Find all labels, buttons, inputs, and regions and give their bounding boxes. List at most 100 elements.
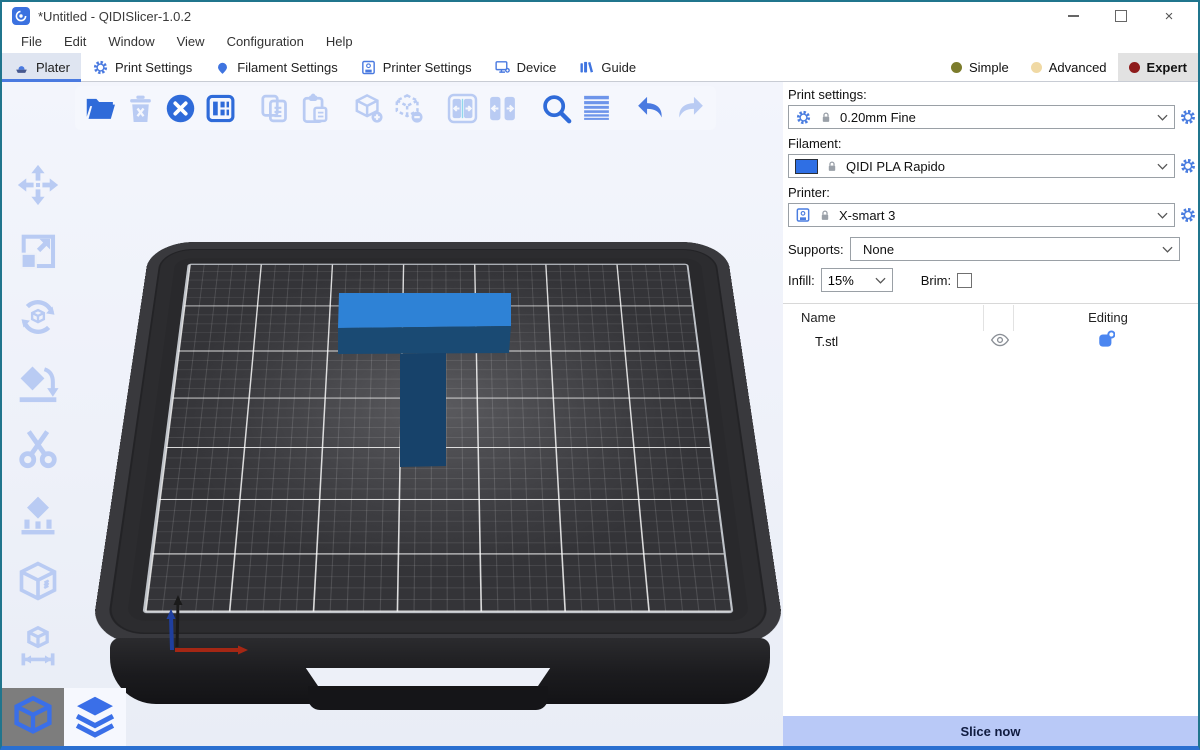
mode-label: Simple bbox=[969, 60, 1009, 75]
menu-configuration[interactable]: Configuration bbox=[218, 32, 313, 51]
edit-print-settings-button[interactable] bbox=[1178, 108, 1197, 127]
search-icon bbox=[540, 92, 573, 125]
paint-supports-button[interactable] bbox=[15, 492, 61, 538]
print-settings-label: Print settings: bbox=[788, 87, 1198, 102]
infill-combo[interactable]: 15% bbox=[821, 268, 893, 292]
arrange-icon bbox=[204, 92, 237, 125]
lock-icon bbox=[825, 159, 839, 174]
edit-printer-button[interactable] bbox=[1178, 206, 1197, 225]
maximize-button[interactable] bbox=[1114, 9, 1128, 23]
mode-simple[interactable]: Simple bbox=[940, 53, 1020, 81]
printer-icon bbox=[360, 59, 377, 76]
print-bed-grid bbox=[143, 264, 734, 613]
gear-icon bbox=[1179, 206, 1197, 224]
place-on-face-button[interactable] bbox=[15, 360, 61, 406]
tab-filament-settings[interactable]: Filament Settings bbox=[203, 53, 348, 81]
mode-advanced[interactable]: Advanced bbox=[1020, 53, 1118, 81]
plater-icon bbox=[13, 59, 30, 76]
guide-icon bbox=[578, 59, 595, 76]
redo-button[interactable] bbox=[673, 89, 708, 127]
build-plate bbox=[90, 242, 783, 644]
window-controls: × bbox=[1066, 9, 1188, 23]
layers-view-icon bbox=[68, 692, 122, 742]
seam-button[interactable] bbox=[15, 558, 61, 604]
app-window: *Untitled - QIDISlicer-1.0.2 × File Edit… bbox=[0, 0, 1200, 750]
tab-label: Device bbox=[517, 60, 557, 75]
window-title: *Untitled - QIDISlicer-1.0.2 bbox=[38, 9, 191, 24]
chevron-down-icon bbox=[875, 277, 886, 284]
open-button[interactable] bbox=[83, 89, 118, 127]
rotate-button[interactable] bbox=[15, 294, 61, 340]
menu-edit[interactable]: Edit bbox=[55, 32, 95, 51]
close-button[interactable]: × bbox=[1162, 9, 1176, 23]
printer-combo[interactable]: X-smart 3 bbox=[788, 203, 1175, 227]
advanced-dot-icon bbox=[1031, 62, 1042, 73]
viewport-3d[interactable] bbox=[2, 82, 783, 746]
3d-editor-view-button[interactable] bbox=[2, 688, 64, 746]
menu-window[interactable]: Window bbox=[99, 32, 163, 51]
gear-icon bbox=[1179, 108, 1197, 126]
visibility-eye-icon[interactable] bbox=[990, 332, 1010, 348]
tab-plater[interactable]: Plater bbox=[2, 53, 81, 81]
menu-help[interactable]: Help bbox=[317, 32, 362, 51]
menu-file[interactable]: File bbox=[12, 32, 51, 51]
copy-button[interactable] bbox=[257, 89, 292, 127]
delete-all-button[interactable] bbox=[163, 89, 198, 127]
move-button[interactable] bbox=[15, 162, 61, 208]
cube-view-icon bbox=[6, 692, 60, 742]
filament-icon bbox=[214, 59, 231, 76]
infill-value: 15% bbox=[828, 273, 871, 288]
view-mode-toolbar bbox=[2, 688, 126, 746]
filament-combo[interactable]: QIDI PLA Rapido bbox=[788, 154, 1175, 178]
split-to-parts-button[interactable] bbox=[485, 89, 520, 127]
undo-button[interactable] bbox=[633, 89, 668, 127]
printer-value: X-smart 3 bbox=[839, 208, 1150, 223]
tab-bar: Plater Print Settings Filament Settings … bbox=[2, 53, 1198, 82]
tab-printer-settings[interactable]: Printer Settings bbox=[349, 53, 483, 81]
supports-combo[interactable]: None bbox=[850, 237, 1180, 261]
measure-icon bbox=[16, 625, 60, 669]
object-editing-icon[interactable] bbox=[1097, 330, 1115, 348]
variable-layer-height-button[interactable] bbox=[579, 89, 614, 127]
print-settings-value: 0.20mm Fine bbox=[840, 110, 1150, 125]
supports-label: Supports: bbox=[788, 242, 850, 257]
mode-expert[interactable]: Expert bbox=[1118, 53, 1198, 81]
slice-now-button[interactable]: Slice now bbox=[783, 716, 1198, 746]
remove-instance-button[interactable] bbox=[391, 89, 426, 127]
measure-button[interactable] bbox=[15, 624, 61, 670]
cut-button[interactable] bbox=[15, 426, 61, 472]
add-instance-button[interactable] bbox=[351, 89, 386, 127]
minimize-button[interactable] bbox=[1066, 9, 1080, 23]
menu-view[interactable]: View bbox=[168, 32, 214, 51]
tab-print-settings[interactable]: Print Settings bbox=[81, 53, 203, 81]
simple-dot-icon bbox=[951, 62, 962, 73]
preview-view-button[interactable] bbox=[64, 688, 126, 746]
edit-filament-button[interactable] bbox=[1178, 157, 1197, 176]
split-to-objects-button[interactable] bbox=[445, 89, 480, 127]
paste-button[interactable] bbox=[297, 89, 332, 127]
tab-label: Print Settings bbox=[115, 60, 192, 75]
arrange-button[interactable] bbox=[203, 89, 238, 127]
gear-icon bbox=[795, 109, 812, 126]
printer-label: Printer: bbox=[788, 185, 1198, 200]
scale-button[interactable] bbox=[15, 228, 61, 274]
brim-checkbox[interactable] bbox=[957, 273, 972, 288]
delete-button[interactable] bbox=[123, 89, 158, 127]
place-on-face-icon bbox=[16, 361, 60, 405]
move-icon bbox=[16, 163, 60, 207]
settings-panel: Print settings: 0.20mm Fine Filament: QI… bbox=[783, 82, 1198, 746]
expert-dot-icon bbox=[1129, 62, 1140, 73]
plate-handle bbox=[308, 686, 548, 710]
tab-guide[interactable]: Guide bbox=[567, 53, 647, 81]
object-row-name[interactable]: T.stl bbox=[815, 334, 838, 349]
open-folder-icon bbox=[84, 92, 117, 125]
redo-icon bbox=[674, 92, 707, 125]
search-button[interactable] bbox=[539, 89, 574, 127]
chevron-down-icon bbox=[1157, 212, 1168, 219]
print-settings-combo[interactable]: 0.20mm Fine bbox=[788, 105, 1175, 129]
remove-instance-icon bbox=[392, 92, 425, 125]
tab-label: Printer Settings bbox=[383, 60, 472, 75]
printer-icon bbox=[795, 207, 811, 223]
title-bar: *Untitled - QIDISlicer-1.0.2 × bbox=[2, 2, 1198, 30]
tab-device[interactable]: Device bbox=[483, 53, 568, 81]
